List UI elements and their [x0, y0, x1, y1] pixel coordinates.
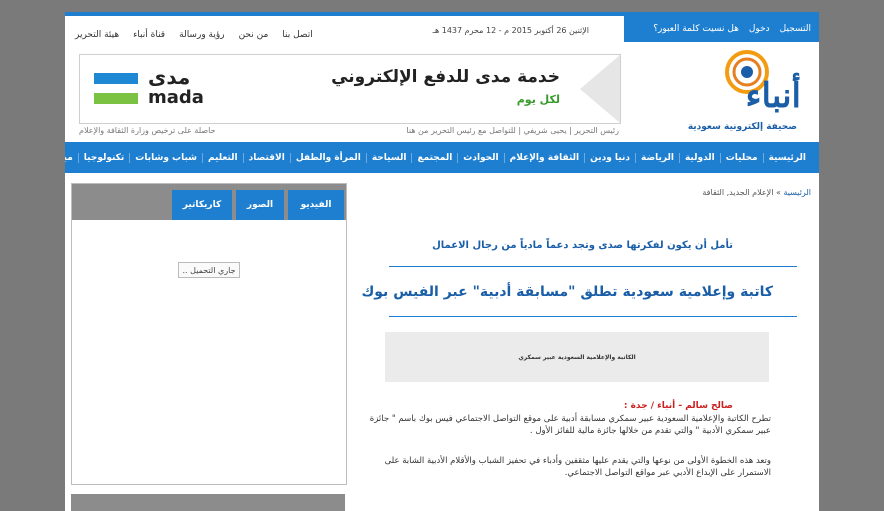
mada-blue-bar: [94, 73, 138, 84]
tab-video[interactable]: الفيديو: [288, 190, 344, 220]
nav-item[interactable]: الرئيسية: [762, 152, 811, 163]
nav-item[interactable]: الثقافة والإعلام: [503, 152, 584, 163]
top-link-editorial[interactable]: هيئة التحرير: [75, 30, 119, 40]
article-subtitle: تأمل أن يكون لفكرتها صدى وتجد دعماً مادي…: [432, 240, 733, 251]
mada-banner[interactable]: خدمة مدى للدفع الإلكتروني لكل يوم مدى ma…: [79, 54, 621, 124]
mada-logo: مدى mada: [94, 65, 204, 111]
top-link-about[interactable]: من نحن: [239, 30, 269, 40]
mada-brand-en: mada: [148, 87, 204, 108]
login-link[interactable]: دخول: [749, 24, 770, 34]
breadcrumb-home[interactable]: الرئيسية: [783, 188, 811, 197]
tab-photos[interactable]: الصور: [236, 190, 284, 220]
banner-title: خدمة مدى للدفع الإلكتروني: [331, 67, 560, 87]
site-logo[interactable]: أنباء صحيفة إلكترونية سعودية: [687, 50, 807, 140]
nav-item[interactable]: السياحة: [365, 152, 412, 163]
top-link-contact[interactable]: اتصل بنا: [282, 30, 312, 40]
banner-subtitle: لكل يوم: [516, 93, 560, 106]
editor-line[interactable]: رئيس التحرير | يحيى شريفي | للتواصل مع ر…: [406, 126, 619, 135]
divider: [389, 266, 797, 267]
forgot-password-link[interactable]: هل نسيت كلمة العبور؟: [653, 24, 739, 34]
nav-item[interactable]: المجتمع: [411, 152, 457, 163]
breadcrumb-separator: »: [775, 188, 781, 197]
nav-item[interactable]: الدولية: [678, 152, 720, 163]
article-byline: صالح سالم - أنباء / جدة :: [623, 401, 733, 411]
nav-item[interactable]: ميديا: [65, 153, 78, 163]
mada-brand-ar: مدى: [148, 65, 191, 89]
nav-item[interactable]: التعليم: [202, 152, 243, 163]
tab-caricature[interactable]: كاريكاتير: [172, 190, 232, 220]
banner-arrow-shape: [580, 55, 620, 123]
breadcrumb-path[interactable]: الإعلام الجديد, الثقافة: [702, 188, 773, 197]
register-link[interactable]: التسجيل: [780, 24, 811, 34]
nav-item[interactable]: تكنولوجيا: [77, 152, 130, 163]
article-paragraph-1: تطرح الكاتبة والإعلامية السعودية عبير سم…: [369, 414, 771, 436]
media-sidebar: الفيديو الصور كاريكاتير جاري التحميل ..: [71, 183, 347, 485]
nav-item[interactable]: الاقتصاد: [242, 152, 290, 163]
top-link-vision[interactable]: رؤية ورسالة: [179, 30, 224, 40]
nav-item[interactable]: محليات: [719, 152, 763, 163]
date-text: الإثنين 26 أكتوبر 2015 م - 12 محرم 1437 …: [432, 26, 589, 35]
license-line: حاصلة على ترخيص وزارة الثقافة والإعلام: [79, 126, 216, 135]
login-box: التسجيل دخول هل نسيت كلمة العبور؟: [624, 16, 819, 42]
top-link-channel[interactable]: قناة أنباء: [133, 30, 165, 40]
main-nav: الرئيسية محليات الدولية الرياضة دنيا ودي…: [65, 142, 819, 173]
breadcrumb: الرئيسية » الإعلام الجديد, الثقافة: [702, 188, 811, 197]
page: التسجيل دخول هل نسيت كلمة العبور؟ الإثني…: [65, 12, 819, 511]
mada-green-bar: [94, 93, 138, 104]
sidebar-second-block: [71, 494, 345, 511]
media-tab-bar: الفيديو الصور كاريكاتير: [72, 184, 346, 220]
nav-item[interactable]: شباب وشابات: [129, 152, 202, 163]
nav-item[interactable]: دنيا ودين: [584, 152, 635, 163]
article-paragraph-2: وتعد هذه الخطوة الأولى من نوعها والتي يق…: [384, 456, 771, 478]
divider: [389, 316, 797, 317]
article-title: كاتبة وإعلامية سعودية تطلق "مسابقة أدبية…: [361, 284, 773, 300]
nav-item[interactable]: الحوادث: [457, 152, 503, 163]
article-image-caption: الكاتبة والإعلامية السعودية عبير سمكري: [385, 332, 769, 382]
nav-item[interactable]: المرأة والطفل: [289, 152, 366, 163]
logo-wordmark: أنباء: [745, 76, 801, 116]
logo-subtitle: صحيفة إلكترونية سعودية: [687, 122, 797, 132]
loading-placeholder: جاري التحميل ..: [178, 262, 240, 278]
nav-item[interactable]: الرياضة: [634, 152, 679, 163]
top-links: اتصل بنا من نحن رؤية ورسالة قناة أنباء ه…: [75, 30, 313, 40]
